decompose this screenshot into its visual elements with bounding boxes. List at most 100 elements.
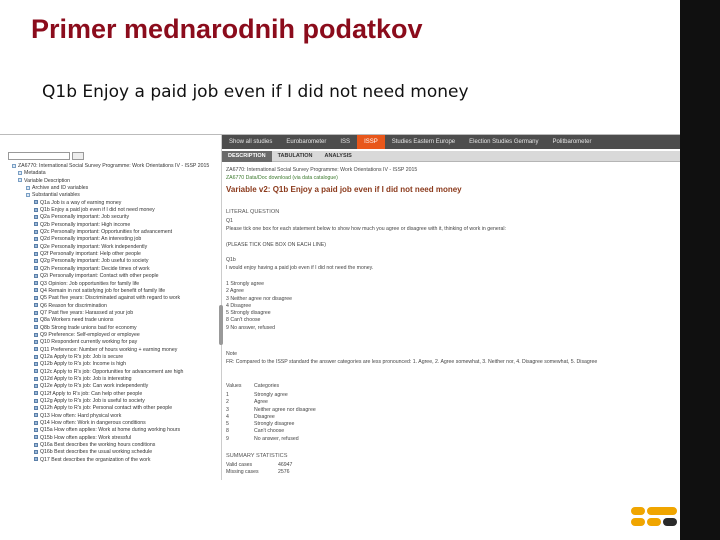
tree-item[interactable]: Q15b How often applies: Work stressful <box>0 435 222 442</box>
tree-item[interactable]: Q2d Personally important: An interesting… <box>0 236 222 243</box>
question-icon <box>34 229 38 234</box>
tree-item-label: Q2h Personally important: Decide times o… <box>40 265 150 272</box>
tree-item-label: Q16a Best describes the working hours co… <box>40 442 156 449</box>
tree-item[interactable]: Q16a Best describes the working hours co… <box>0 442 222 449</box>
scrollbar[interactable] <box>219 305 223 345</box>
nav-tab[interactable]: Election Studies Germany <box>462 135 545 149</box>
nav-tab[interactable]: Eurobarometer <box>279 135 333 149</box>
tree-item-label: Q12b Apply to R's job: Income is high <box>40 361 127 368</box>
search-button[interactable] <box>72 152 84 160</box>
question-icon <box>34 398 38 403</box>
nav-tab[interactable]: Politbarometer <box>546 135 599 149</box>
question-icon <box>34 457 38 462</box>
tree-item[interactable]: Q16b Best describes the usual working sc… <box>0 449 222 456</box>
question-icon <box>34 200 38 205</box>
tree-item[interactable]: Q1a Job is a way of earning money <box>0 200 222 207</box>
tree-item-label: Q12h Apply to R's job: Personal contact … <box>40 405 173 412</box>
summary-statistics: Valid cases 46947 Missing cases 2576 <box>226 462 292 477</box>
summary-statistics-label: SUMMARY STATISTICS <box>226 453 288 459</box>
tree-item-label: Q6 Reason for discrimination <box>40 302 107 309</box>
tree-item[interactable]: Q7 Past five years: Harassed at your job <box>0 310 222 317</box>
tree-item[interactable]: Q12a Apply to R's job: Job is secure <box>0 354 222 361</box>
nav-tab[interactable]: Show all studies <box>222 135 279 149</box>
tree-item[interactable]: Q10 Respondent currently working for pay <box>0 339 222 346</box>
tree-item[interactable]: Q12f Apply to R's job: Can help other pe… <box>0 391 222 398</box>
tree-item[interactable]: Q2e Personally important: Work independe… <box>0 244 222 251</box>
question-icon <box>34 339 38 344</box>
tree-item[interactable]: Q12b Apply to R's job: Income is high <box>0 361 222 368</box>
nav-tab[interactable]: ISSP <box>357 135 385 149</box>
question-icon <box>34 376 38 381</box>
tree-item[interactable]: Q2g Personally important: Job useful to … <box>0 258 222 265</box>
category-row: 4 Disagree <box>226 414 316 421</box>
search-input[interactable] <box>8 152 70 160</box>
category-label: No answer, refused <box>254 435 299 442</box>
tree-item[interactable]: Q8a Workers need trade unions <box>0 317 222 324</box>
question-icon <box>34 266 38 271</box>
tree-item-label: Q2c Personally important: Opportunities … <box>40 229 173 236</box>
tree-item[interactable]: Q12h Apply to R's job: Personal contact … <box>0 405 222 412</box>
nav-tab[interactable]: ISS <box>333 135 357 149</box>
tree-item[interactable]: Q2c Personally important: Opportunities … <box>0 229 222 236</box>
answer-option: 4 Disagree <box>226 302 252 309</box>
folder-icon <box>26 193 30 197</box>
tree-item[interactable]: Q4 Remain in not satisfying job for bene… <box>0 288 222 295</box>
category-label: Strongly disagree <box>254 421 295 428</box>
question-icon <box>34 288 38 293</box>
tree-item[interactable]: Q12e Apply to R's job: Can work independ… <box>0 383 222 390</box>
tree-item-label: Q14 How often: Work in dangerous conditi… <box>40 420 146 427</box>
tree-item-label: Variable Description <box>24 177 71 184</box>
tree-item[interactable]: Q14 How often: Work in dangerous conditi… <box>0 420 222 427</box>
tree-item-label: Q2f Personally important: Help other peo… <box>40 251 141 258</box>
tree-item[interactable]: Q12d Apply to R's job: Job is interestin… <box>0 376 222 383</box>
tree-item[interactable]: Q2i Personally important: Contact with o… <box>0 273 222 280</box>
tree-item[interactable]: Q11 Preference: Number of hours working … <box>0 347 222 354</box>
tree-item[interactable]: Variable Description <box>0 178 222 185</box>
tree-item[interactable]: Metadata <box>0 170 222 177</box>
tree-item[interactable]: Substantial variables <box>0 192 222 199</box>
folder-icon <box>26 185 30 190</box>
folder-icon <box>12 163 16 168</box>
tree-item-label: Q12e Apply to R's job: Can work independ… <box>40 383 149 390</box>
question-icon <box>34 273 38 278</box>
tree-item[interactable]: Q17 Best describes the organization of t… <box>0 457 222 464</box>
question-icon <box>34 332 38 337</box>
tree-item[interactable]: Q12g Apply to R's job: Job is useful to … <box>0 398 222 405</box>
download-link[interactable]: ZA6770 Data/Doc download (via data catal… <box>226 175 338 181</box>
category-row: 9 No answer, refused <box>226 436 316 443</box>
stat-row: Missing cases 2576 <box>226 469 292 476</box>
tree-item[interactable]: Q8b Strong trade unions bad for economy <box>0 325 222 332</box>
tree-item[interactable]: Q12c Apply to R's job: Opportunities for… <box>0 369 222 376</box>
tree-item[interactable]: Q2f Personally important: Help other peo… <box>0 251 222 258</box>
tree-item[interactable]: Q5 Past five years: Discriminated agains… <box>0 295 222 302</box>
tree-item-label: Q11 Preference: Number of hours working … <box>40 346 178 353</box>
tree-item[interactable]: Q2h Personally important: Decide times o… <box>0 266 222 273</box>
item-code: Q1b <box>226 257 236 263</box>
nav-tab[interactable]: Studies Eastern Europe <box>385 135 462 149</box>
tree-item-label: Q13 How often: Hard physical work <box>40 412 122 419</box>
variable-tree-pane: ZA6770: International Social Survey Prog… <box>0 135 223 480</box>
slide-subtitle: Q1b Enjoy a paid job even if I did not n… <box>42 82 469 102</box>
question-icon <box>34 259 38 264</box>
tree-item[interactable]: ZA6770: International Social Survey Prog… <box>0 163 222 170</box>
subtab[interactable]: ANALYSIS <box>319 151 358 162</box>
tree-item[interactable]: Q13 How often: Hard physical work <box>0 413 222 420</box>
tree-item[interactable]: Q3 Opinion: Job opportunities for family… <box>0 281 222 288</box>
subtab[interactable]: DESCRIPTION <box>222 150 272 162</box>
slide-title: Primer mednarodnih podatkov <box>31 14 423 44</box>
category-row: 3 Neither agree nor disagree <box>226 407 316 414</box>
category-value: 2 <box>226 399 229 406</box>
tree-item-label: ZA6770: International Social Survey Prog… <box>18 163 210 169</box>
tree-item-label: Q17 Best describes the organization of t… <box>40 456 151 463</box>
tree-item-label: Q1a Job is a way of earning money <box>40 199 122 206</box>
question-icon <box>34 207 38 212</box>
tree-item[interactable]: Q6 Reason for discrimination <box>0 303 222 310</box>
tree-item[interactable]: Q1b Enjoy a paid job even if I did not n… <box>0 207 222 214</box>
tree-item[interactable]: Q15a How often applies: Work at home dur… <box>0 427 222 434</box>
tree-item[interactable]: Archive and ID variables <box>0 185 222 192</box>
tree-item[interactable]: Q9 Preference: Self-employed or employee <box>0 332 222 339</box>
tree-item[interactable]: Q2a Personally important: Job security <box>0 214 222 221</box>
subtab[interactable]: TABULATION <box>272 151 319 162</box>
tree-item[interactable]: Q2b Personally important: High income <box>0 222 222 229</box>
tree-item-label: Q15b How often applies: Work stressful <box>40 434 132 441</box>
